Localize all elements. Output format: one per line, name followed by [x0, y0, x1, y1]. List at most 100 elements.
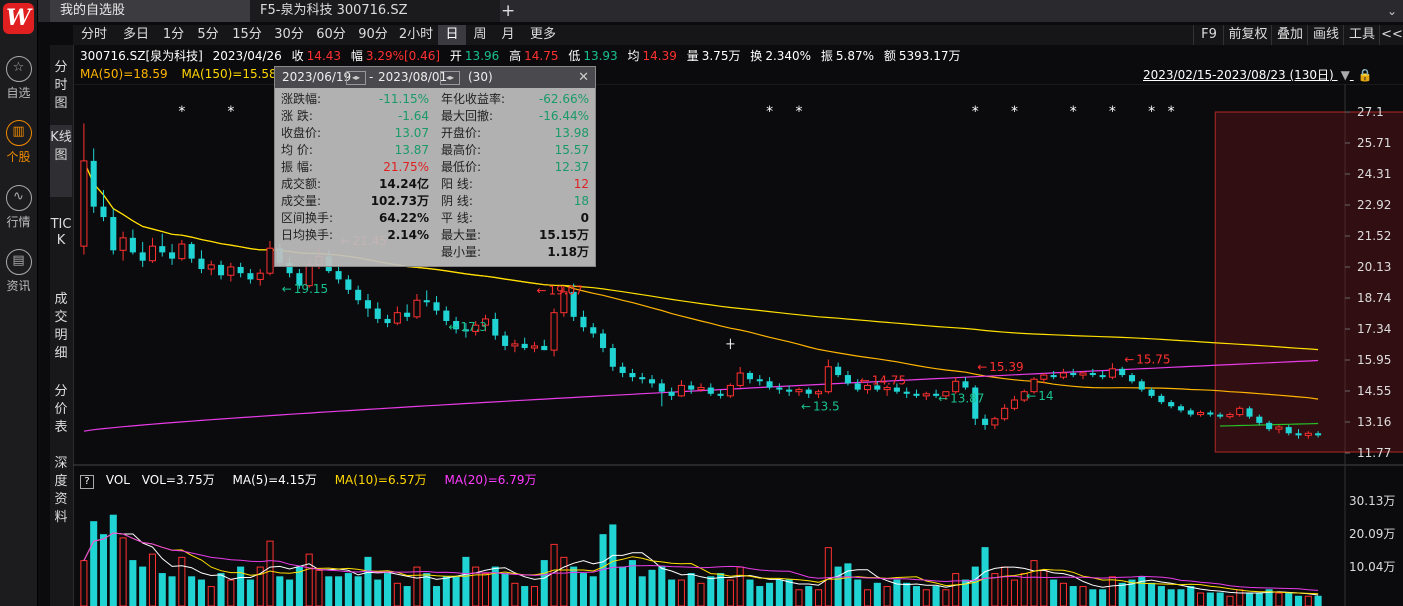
tool-button-2[interactable]: 叠加	[1271, 25, 1308, 45]
volume-axis-label: 30.13万	[1349, 494, 1395, 508]
popup-stat-value: -11.15%	[378, 92, 429, 106]
nav-watchlist[interactable]: ☆ 自选	[0, 56, 37, 101]
candle-body	[345, 279, 352, 290]
period-12[interactable]: 更多	[522, 25, 564, 45]
volume-bar	[785, 579, 793, 606]
candle-body	[1040, 374, 1048, 380]
low-value: 13.93	[583, 49, 618, 63]
tool-button-0[interactable]: F9	[1193, 25, 1224, 45]
period-9[interactable]: 日	[438, 25, 466, 45]
volume-bar	[197, 579, 205, 606]
add-tab-icon[interactable]: +	[493, 0, 525, 22]
popup-stat-label: 振 幅:	[281, 160, 313, 174]
candle-body	[786, 389, 793, 392]
volume-bar	[677, 579, 685, 606]
period-6[interactable]: 60分	[310, 25, 352, 45]
tab-stock-quanwei[interactable]: F5-泉为科技 300716.SZ	[250, 0, 500, 22]
vol-ma5: MA(5)=4.15万	[232, 473, 317, 487]
side-tab-0[interactable]: 分时图	[50, 55, 72, 117]
period-10[interactable]: 周	[466, 25, 494, 45]
high-value: 14.75	[524, 49, 559, 63]
candle-body	[355, 289, 362, 301]
side-tab-1[interactable]: K线图	[50, 125, 72, 197]
side-tab-4[interactable]: 分价表	[50, 379, 72, 445]
popup-stat-label: 均 价:	[281, 143, 313, 157]
volume-bar	[550, 543, 558, 606]
volume-bar	[795, 589, 803, 606]
help-icon[interactable]: ?	[80, 475, 94, 489]
start-date-stepper-icon[interactable]: ◂▸	[346, 71, 366, 85]
lock-icon[interactable]: 🔒	[1358, 68, 1373, 82]
volume-axis-label: 10.04万	[1349, 560, 1395, 574]
chevron-down-icon[interactable]: ⌄	[1377, 0, 1397, 22]
popup-stat-row: 日均换手: 2.14%	[281, 227, 429, 244]
side-tab-2[interactable]: TICK	[50, 213, 72, 285]
popup-stat-label: 年化收益率:	[441, 92, 506, 106]
price-annotation-label: 13.5	[813, 399, 840, 413]
close-value: 14.43	[306, 49, 342, 63]
volume-bar	[481, 573, 490, 606]
tool-button-4[interactable]: 工具	[1343, 25, 1380, 45]
period-11[interactable]: 月	[494, 25, 522, 45]
price-annotation-label: 15.75	[1136, 352, 1170, 366]
volume-bar	[129, 560, 137, 606]
candle-body	[648, 379, 656, 384]
volume-bar	[1001, 566, 1009, 606]
candle-body	[502, 335, 509, 346]
volume-bar	[119, 537, 127, 606]
tab-watchlist[interactable]: 我的自选股	[50, 0, 260, 22]
candle-body	[521, 343, 528, 349]
price-annotation-label: 14	[1038, 389, 1053, 403]
volume-bar	[1108, 576, 1116, 606]
nav-news[interactable]: ▤ 资讯	[0, 249, 37, 294]
candle-body	[805, 389, 812, 394]
date-range-selector[interactable]: 2023/02/15-2023/08/23 (130日) ▼ 🔒	[1143, 66, 1373, 83]
close-icon[interactable]: ✕	[578, 67, 589, 88]
volume-bar	[286, 579, 294, 606]
amplitude-value: 5.87%	[835, 49, 875, 63]
period-3[interactable]: 5分	[190, 25, 226, 45]
stock-code: 300716.SZ[泉为科技]	[80, 49, 203, 63]
volume-bar	[668, 579, 676, 606]
period-0[interactable]: 分时	[73, 25, 115, 45]
range-label: 幅	[350, 49, 363, 63]
volume-bar	[423, 573, 431, 606]
candle-body	[1187, 410, 1194, 415]
period-5[interactable]: 30分	[268, 25, 310, 45]
price-axis-label: 21.52	[1357, 229, 1391, 243]
price-annotation-label: 13.87	[950, 392, 984, 406]
volume-bar	[1099, 589, 1107, 606]
nav-stock[interactable]: ▥ 个股	[0, 120, 37, 165]
date-range-text: 2023/02/15-2023/08/23 (130日)	[1143, 68, 1334, 82]
candle-body	[844, 375, 851, 384]
side-tab-5[interactable]: 深度资料	[50, 451, 72, 535]
popup-stat-row: 最低价: 12.37	[441, 159, 589, 176]
tool-button-1[interactable]: 前复权	[1223, 25, 1272, 45]
app-logo: W	[3, 3, 34, 34]
volume-bar	[364, 556, 372, 606]
volume-bar	[1020, 573, 1028, 606]
kline-chart[interactable]: ☐✕**********←21.45←19.15←19.07←17.3←14.7…	[73, 84, 1403, 606]
candle-body	[688, 385, 695, 390]
end-date-stepper-icon[interactable]: ◂▸	[440, 71, 460, 85]
tool-button-5[interactable]: <<	[1379, 25, 1403, 45]
candle-body	[756, 379, 763, 382]
nav-market[interactable]: ∿ 行情	[0, 185, 37, 230]
period-2[interactable]: 1分	[157, 25, 190, 45]
volume-bar	[462, 556, 470, 606]
price-axis-label: 11.77	[1357, 446, 1391, 460]
candle-body	[1197, 411, 1205, 416]
candle-body	[198, 258, 205, 270]
volume-bar	[981, 547, 989, 606]
popup-stat-label: 最大回撤:	[441, 109, 494, 123]
period-1[interactable]: 多日	[115, 25, 157, 45]
period-4[interactable]: 15分	[226, 25, 268, 45]
star-icon: ☆	[5, 56, 32, 82]
period-7[interactable]: 90分	[352, 25, 394, 45]
period-8[interactable]: 2小时	[394, 25, 438, 45]
price-axis-label: 22.92	[1357, 198, 1391, 212]
tool-button-3[interactable]: 画线	[1307, 25, 1344, 45]
triangle-down-icon: ▼	[1340, 68, 1350, 82]
side-tab-3[interactable]: 成交明细	[50, 287, 72, 371]
avg-value: 14.39	[642, 49, 677, 63]
